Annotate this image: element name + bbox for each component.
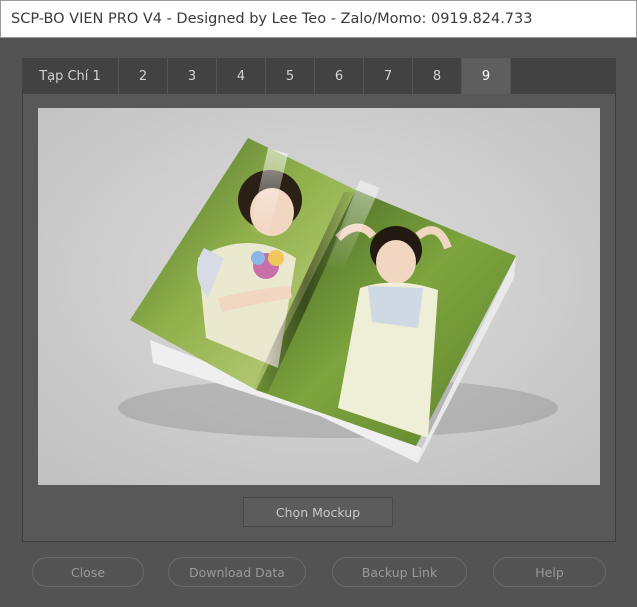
- choose-mockup-label: Chọn Mockup: [275, 504, 361, 520]
- tab-3[interactable]: 3: [168, 58, 217, 94]
- tab-bar: Tạp Chí 1 2 3 4 5 6 7 8 9: [22, 58, 616, 94]
- tab-7[interactable]: 7: [364, 58, 413, 94]
- backup-link-label: Backup Link: [361, 564, 438, 580]
- download-data-button[interactable]: Download Data: [168, 557, 306, 587]
- choose-mockup-button[interactable]: Chọn Mockup: [243, 497, 393, 527]
- window-title: SCP-BO VIEN PRO V4 - Designed by Lee Teo…: [11, 11, 533, 27]
- tab-8[interactable]: 8: [413, 58, 462, 94]
- help-button[interactable]: Help: [493, 557, 606, 587]
- tab-label: 6: [334, 68, 344, 84]
- tab-tap-chi-1[interactable]: Tạp Chí 1: [22, 58, 119, 94]
- tab-label: Tạp Chí 1: [39, 68, 101, 84]
- tab-label: 7: [383, 68, 393, 84]
- download-data-label: Download Data: [189, 564, 285, 580]
- tab-6[interactable]: 6: [315, 58, 364, 94]
- tab-5[interactable]: 5: [266, 58, 315, 94]
- tab-label: 9: [481, 68, 491, 84]
- tab-2[interactable]: 2: [119, 58, 168, 94]
- tab-label: 2: [138, 68, 148, 84]
- tab-4[interactable]: 4: [217, 58, 266, 94]
- help-label: Help: [535, 564, 564, 580]
- tab-label: 3: [187, 68, 197, 84]
- window-title-bar[interactable]: SCP-BO VIEN PRO V4 - Designed by Lee Teo…: [0, 0, 637, 38]
- close-label: Close: [70, 564, 106, 580]
- close-button[interactable]: Close: [32, 557, 144, 587]
- tab-9[interactable]: 9: [462, 58, 511, 94]
- tab-label: 8: [432, 68, 442, 84]
- backup-link-button[interactable]: Backup Link: [332, 557, 467, 587]
- tab-label: 5: [285, 68, 295, 84]
- tab-label: 4: [236, 68, 246, 84]
- mockup-preview-image: [38, 108, 600, 485]
